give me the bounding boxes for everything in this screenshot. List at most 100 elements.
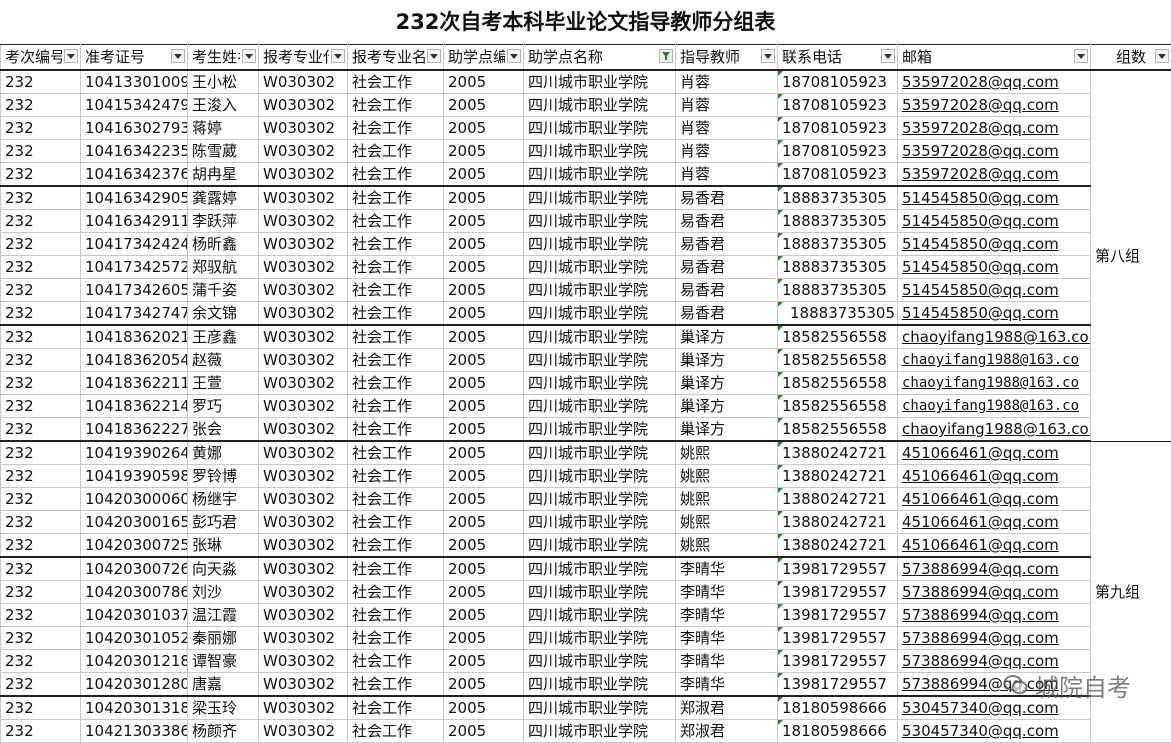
cell-phone[interactable]: 18708105923 <box>778 117 898 140</box>
cell-email[interactable]: 514545850@qq.com <box>898 233 1091 256</box>
cell-ticket-number[interactable]: 10420300725 <box>81 534 188 558</box>
cell-exam-session[interactable]: 232 <box>1 488 81 511</box>
cell-center-name[interactable]: 四川城市职业学院 <box>524 163 676 187</box>
cell-exam-session[interactable]: 232 <box>1 395 81 418</box>
cell-center-name[interactable]: 四川城市职业学院 <box>524 186 676 210</box>
cell-phone[interactable]: 18582556558 <box>778 372 898 395</box>
cell-center-name[interactable]: 四川城市职业学院 <box>524 627 676 650</box>
cell-center-id[interactable]: 2005 <box>444 94 524 117</box>
cell-advisor[interactable]: 郑淑君 <box>676 720 778 743</box>
cell-exam-session[interactable]: 232 <box>1 511 81 534</box>
cell-email[interactable]: 514545850@qq.com <box>898 302 1091 326</box>
cell-major-code[interactable]: W030302 <box>259 720 348 743</box>
cell-student-name[interactable]: 梁玉玲 <box>188 696 259 720</box>
cell-exam-session[interactable]: 232 <box>1 441 81 465</box>
cell-ticket-number[interactable]: 10420301052 <box>81 627 188 650</box>
cell-phone[interactable]: 18708105923 <box>778 140 898 163</box>
cell-exam-session[interactable]: 232 <box>1 650 81 673</box>
cell-center-id[interactable]: 2005 <box>444 673 524 697</box>
cell-student-name[interactable]: 彭巧君 <box>188 511 259 534</box>
cell-ticket-number[interactable]: 10420301037 <box>81 604 188 627</box>
cell-phone[interactable]: 18582556558 <box>778 349 898 372</box>
cell-center-id[interactable]: 2005 <box>444 696 524 720</box>
cell-advisor[interactable]: 巢译方 <box>676 349 778 372</box>
cell-student-name[interactable]: 杨昕鑫 <box>188 233 259 256</box>
cell-center-id[interactable]: 2005 <box>444 720 524 743</box>
cell-major-name[interactable]: 社会工作 <box>348 627 444 650</box>
cell-phone[interactable]: 13981729557 <box>778 650 898 673</box>
cell-student-name[interactable]: 赵薇 <box>188 349 259 372</box>
cell-center-name[interactable]: 四川城市职业学院 <box>524 302 676 326</box>
cell-center-id[interactable]: 2005 <box>444 395 524 418</box>
cell-phone[interactable]: 13880242721 <box>778 465 898 488</box>
cell-ticket-number[interactable]: 10413301009 <box>81 70 188 94</box>
filter-dropdown-button[interactable] <box>507 49 521 63</box>
cell-major-name[interactable]: 社会工作 <box>348 395 444 418</box>
cell-exam-session[interactable]: 232 <box>1 70 81 94</box>
cell-center-name[interactable]: 四川城市职业学院 <box>524 256 676 279</box>
cell-email[interactable]: 514545850@qq.com <box>898 186 1091 210</box>
cell-advisor[interactable]: 李晴华 <box>676 604 778 627</box>
filter-dropdown-button[interactable] <box>761 49 775 63</box>
cell-student-name[interactable]: 李跃萍 <box>188 210 259 233</box>
cell-major-code[interactable]: W030302 <box>259 140 348 163</box>
cell-major-code[interactable]: W030302 <box>259 94 348 117</box>
cell-center-id[interactable]: 2005 <box>444 441 524 465</box>
cell-phone[interactable]: 18708105923 <box>778 94 898 117</box>
cell-advisor[interactable]: 肖蓉 <box>676 163 778 187</box>
cell-major-name[interactable]: 社会工作 <box>348 325 444 349</box>
cell-phone[interactable]: 18582556558 <box>778 418 898 442</box>
cell-center-id[interactable]: 2005 <box>444 163 524 187</box>
cell-email[interactable]: 535972028@qq.com <box>898 70 1091 94</box>
cell-phone[interactable]: 18883735305 <box>778 302 898 326</box>
cell-center-name[interactable]: 四川城市职业学院 <box>524 70 676 94</box>
cell-phone[interactable]: 18883735305 <box>778 233 898 256</box>
cell-major-code[interactable]: W030302 <box>259 302 348 326</box>
cell-center-name[interactable]: 四川城市职业学院 <box>524 140 676 163</box>
cell-major-code[interactable]: W030302 <box>259 349 348 372</box>
cell-major-name[interactable]: 社会工作 <box>348 650 444 673</box>
cell-ticket-number[interactable]: 10415342479 <box>81 94 188 117</box>
filter-dropdown-button[interactable] <box>881 49 895 63</box>
cell-center-name[interactable]: 四川城市职业学院 <box>524 395 676 418</box>
cell-advisor[interactable]: 肖蓉 <box>676 117 778 140</box>
cell-major-code[interactable]: W030302 <box>259 163 348 187</box>
cell-ticket-number[interactable]: 10420300060 <box>81 488 188 511</box>
cell-major-code[interactable]: W030302 <box>259 488 348 511</box>
filter-dropdown-button[interactable] <box>1074 49 1088 63</box>
cell-email[interactable]: chaoyifang1988@163.co <box>898 372 1091 395</box>
cell-exam-session[interactable]: 232 <box>1 279 81 302</box>
cell-exam-session[interactable]: 232 <box>1 117 81 140</box>
cell-center-id[interactable]: 2005 <box>444 581 524 604</box>
cell-ticket-number[interactable]: 10416342235 <box>81 140 188 163</box>
cell-email[interactable]: 451066461@qq.com <box>898 511 1091 534</box>
cell-email[interactable]: chaoyifang1988@163.co <box>898 395 1091 418</box>
cell-center-name[interactable]: 四川城市职业学院 <box>524 696 676 720</box>
cell-student-name[interactable]: 唐嘉 <box>188 673 259 697</box>
cell-center-id[interactable]: 2005 <box>444 465 524 488</box>
cell-email[interactable]: 530457340@qq.com <box>898 720 1091 743</box>
filter-active-button[interactable] <box>659 49 673 63</box>
cell-major-code[interactable]: W030302 <box>259 534 348 558</box>
cell-major-code[interactable]: W030302 <box>259 70 348 94</box>
cell-advisor[interactable]: 易香君 <box>676 233 778 256</box>
cell-center-name[interactable]: 四川城市职业学院 <box>524 465 676 488</box>
cell-phone[interactable]: 13880242721 <box>778 511 898 534</box>
cell-major-name[interactable]: 社会工作 <box>348 557 444 581</box>
cell-email[interactable]: 514545850@qq.com <box>898 279 1091 302</box>
cell-student-name[interactable]: 张琳 <box>188 534 259 558</box>
cell-email[interactable]: 535972028@qq.com <box>898 140 1091 163</box>
cell-major-name[interactable]: 社会工作 <box>348 140 444 163</box>
cell-center-id[interactable]: 2005 <box>444 140 524 163</box>
cell-major-name[interactable]: 社会工作 <box>348 210 444 233</box>
cell-major-name[interactable]: 社会工作 <box>348 233 444 256</box>
cell-phone[interactable]: 18883735305 <box>778 256 898 279</box>
cell-ticket-number[interactable]: 10416302793 <box>81 117 188 140</box>
cell-phone[interactable]: 18180598666 <box>778 696 898 720</box>
cell-center-id[interactable]: 2005 <box>444 233 524 256</box>
cell-exam-session[interactable]: 232 <box>1 94 81 117</box>
cell-student-name[interactable]: 蒋婷 <box>188 117 259 140</box>
cell-major-name[interactable]: 社会工作 <box>348 465 444 488</box>
cell-center-id[interactable]: 2005 <box>444 210 524 233</box>
cell-exam-session[interactable]: 232 <box>1 534 81 558</box>
